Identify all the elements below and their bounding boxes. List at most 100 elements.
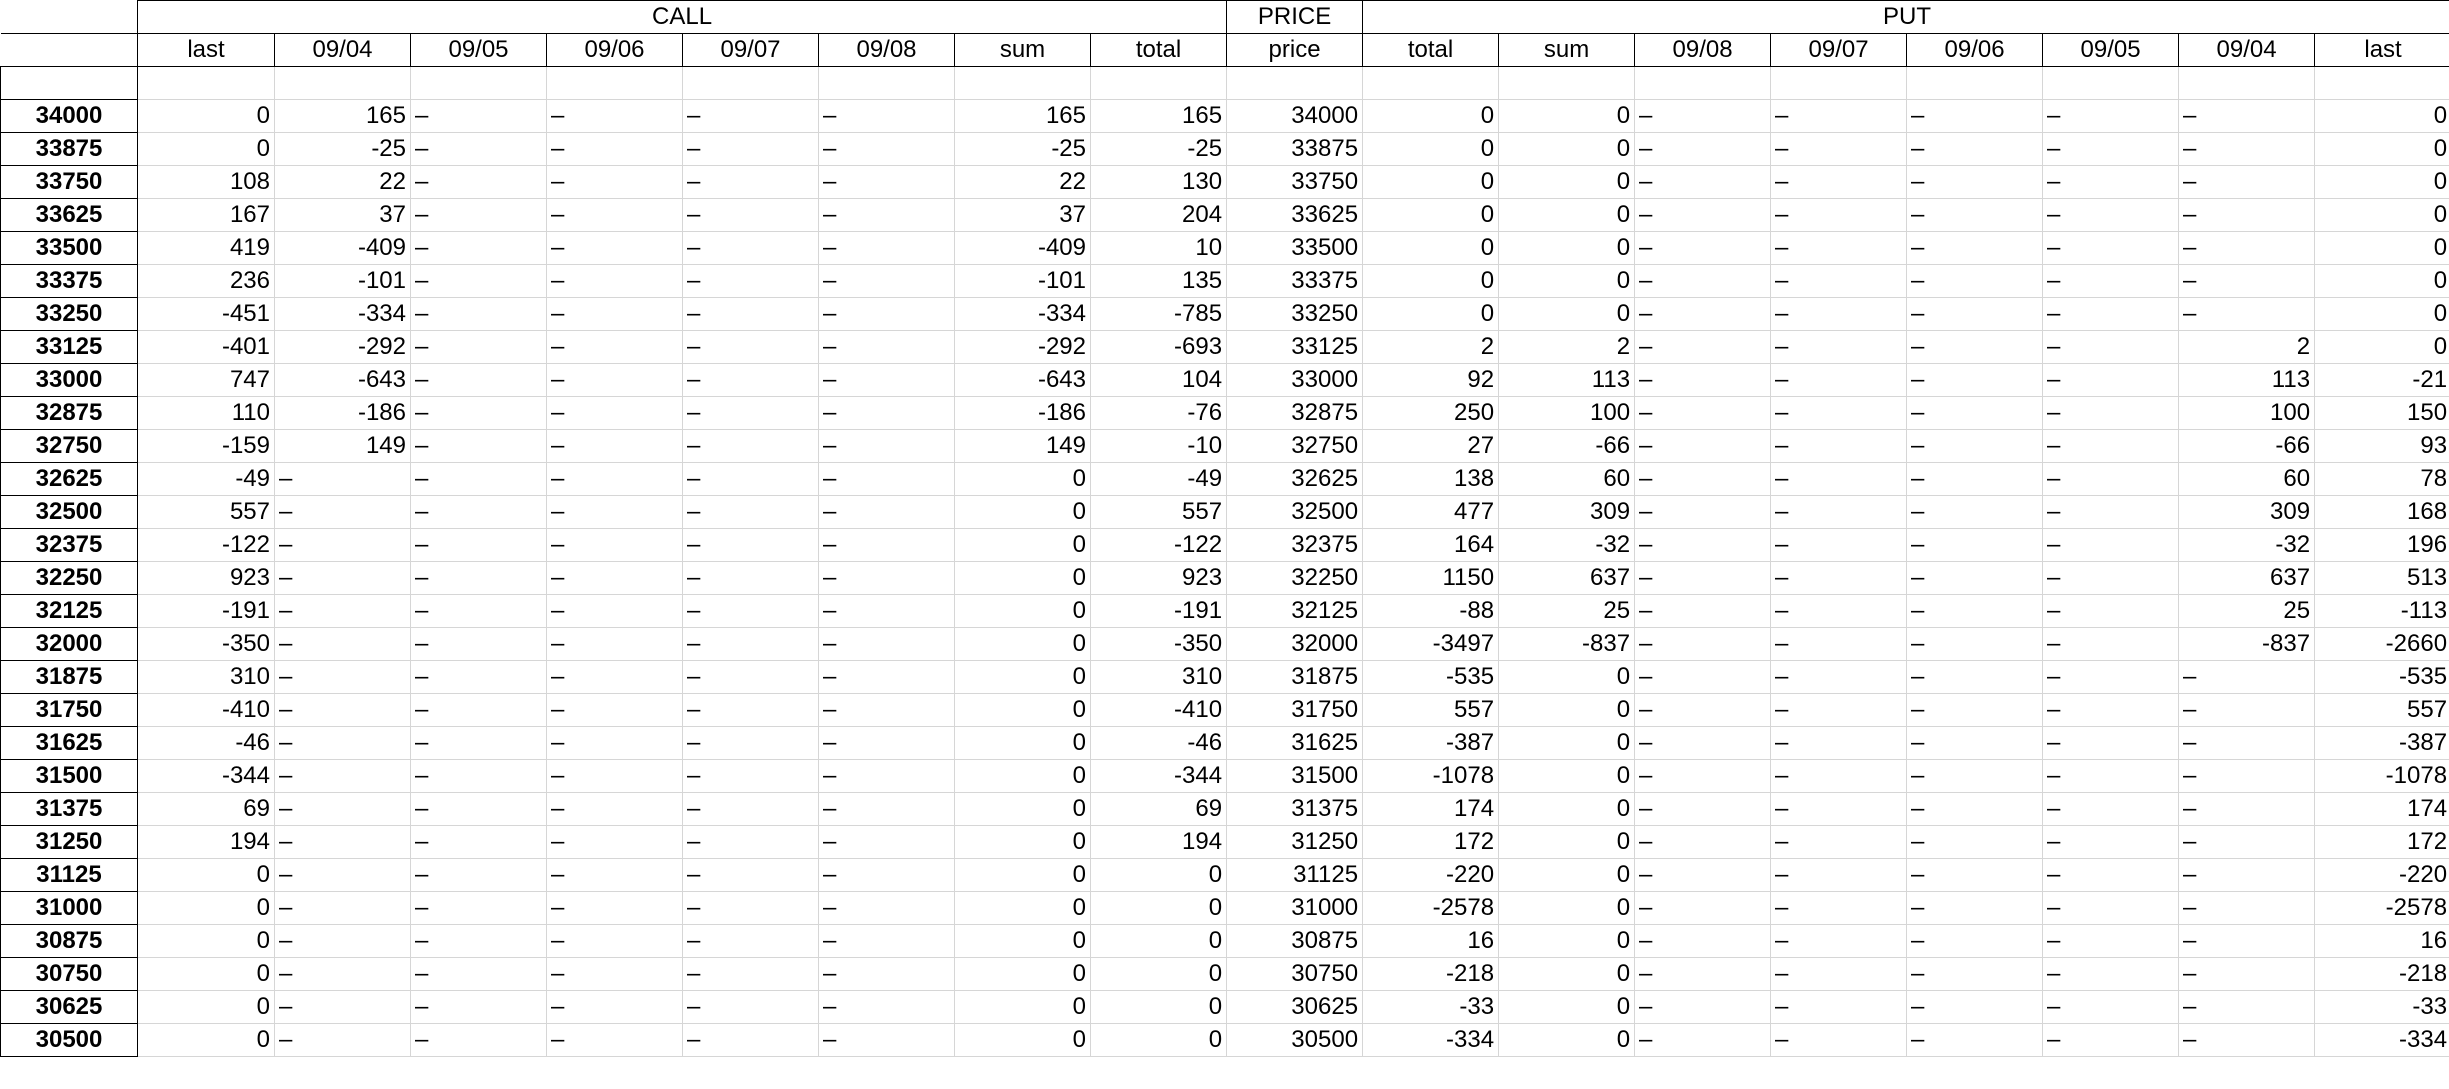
data-cell[interactable]: – — [818, 197, 955, 232]
data-cell[interactable]: – — [274, 461, 411, 496]
data-cell[interactable]: 31125 — [1226, 857, 1364, 892]
data-cell[interactable]: – — [410, 890, 547, 925]
data-cell[interactable]: 10 — [1089, 230, 1228, 265]
data-cell[interactable]: -643 — [274, 362, 411, 397]
data-cell[interactable]: – — [682, 1022, 819, 1057]
empty-cell[interactable] — [1089, 66, 1228, 100]
data-cell[interactable]: 30500 — [1226, 1022, 1364, 1057]
data-cell[interactable]: – — [818, 725, 955, 760]
data-cell[interactable]: – — [546, 428, 683, 463]
data-cell[interactable]: 309 — [2178, 494, 2316, 529]
data-cell[interactable]: 30875 — [1226, 923, 1364, 958]
data-cell[interactable]: – — [410, 1022, 547, 1057]
data-cell[interactable]: -535 — [1362, 659, 1500, 694]
data-cell[interactable]: – — [1634, 428, 1772, 463]
data-cell[interactable]: – — [1906, 494, 2044, 529]
data-cell[interactable]: – — [2042, 626, 2180, 661]
data-cell[interactable]: – — [2178, 725, 2316, 760]
column-header[interactable]: 09/04 — [274, 33, 411, 67]
data-cell[interactable]: – — [818, 98, 955, 133]
data-cell[interactable]: – — [274, 824, 411, 859]
data-cell[interactable]: 923 — [1089, 560, 1228, 595]
data-cell[interactable]: – — [410, 164, 547, 199]
data-cell[interactable]: – — [682, 626, 819, 661]
data-cell[interactable]: -49 — [1089, 461, 1228, 496]
data-cell[interactable]: – — [1770, 989, 1908, 1024]
call-group-header[interactable]: CALL — [136, 0, 1228, 34]
data-cell[interactable]: 31625 — [1226, 725, 1364, 760]
data-cell[interactable]: 31000 — [1226, 890, 1364, 925]
column-header[interactable]: 09/06 — [1906, 33, 2044, 67]
data-cell[interactable]: – — [1906, 362, 2044, 397]
data-cell[interactable]: 165 — [274, 98, 411, 133]
data-cell[interactable]: – — [2042, 692, 2180, 727]
data-cell[interactable]: – — [682, 989, 819, 1024]
column-header[interactable]: 09/05 — [2042, 33, 2180, 67]
data-cell[interactable]: – — [1634, 494, 1772, 529]
empty-cell[interactable] — [274, 66, 411, 100]
data-cell[interactable]: – — [274, 758, 411, 793]
data-cell[interactable]: 0 — [1362, 164, 1500, 199]
data-cell[interactable]: – — [2042, 593, 2180, 628]
data-cell[interactable]: – — [1770, 461, 1908, 496]
data-cell[interactable]: -186 — [274, 395, 411, 430]
data-cell[interactable]: – — [1906, 989, 2044, 1024]
data-cell[interactable]: – — [410, 428, 547, 463]
data-cell[interactable]: 100 — [2178, 395, 2316, 430]
data-cell[interactable]: 0 — [1362, 230, 1500, 265]
data-cell[interactable]: 0 — [1089, 857, 1228, 892]
column-header[interactable]: sum — [1498, 33, 1636, 67]
data-cell[interactable]: 0 — [1498, 791, 1636, 826]
data-cell[interactable]: -334 — [954, 296, 1091, 331]
data-cell[interactable]: – — [1634, 989, 1772, 1024]
data-cell[interactable]: – — [546, 725, 683, 760]
data-cell[interactable]: -66 — [2178, 428, 2316, 463]
data-cell[interactable]: – — [1634, 461, 1772, 496]
row-label[interactable]: 33250 — [0, 296, 138, 331]
data-cell[interactable]: 194 — [137, 824, 275, 859]
empty-cell[interactable] — [546, 66, 683, 100]
data-cell[interactable]: – — [546, 923, 683, 958]
data-cell[interactable]: – — [2042, 989, 2180, 1024]
data-cell[interactable]: -837 — [1498, 626, 1636, 661]
data-cell[interactable]: – — [2178, 197, 2316, 232]
data-cell[interactable]: – — [2178, 230, 2316, 265]
data-cell[interactable]: – — [274, 593, 411, 628]
data-cell[interactable]: 0 — [954, 791, 1091, 826]
data-cell[interactable]: 196 — [2314, 527, 2449, 562]
row-label[interactable]: 31500 — [0, 758, 138, 793]
data-cell[interactable]: -334 — [1362, 1022, 1500, 1057]
data-cell[interactable]: – — [546, 461, 683, 496]
column-header[interactable]: total — [1089, 33, 1228, 67]
data-cell[interactable]: 174 — [1362, 791, 1500, 826]
data-cell[interactable]: – — [1906, 857, 2044, 892]
data-cell[interactable]: – — [1770, 1022, 1908, 1057]
data-cell[interactable]: 0 — [1498, 725, 1636, 760]
price-group-header[interactable]: PRICE — [1226, 0, 1364, 34]
data-cell[interactable]: – — [2178, 296, 2316, 331]
data-cell[interactable]: – — [546, 98, 683, 133]
data-cell[interactable]: – — [1906, 725, 2044, 760]
data-cell[interactable]: 69 — [1089, 791, 1228, 826]
data-cell[interactable]: 0 — [954, 560, 1091, 595]
data-cell[interactable]: – — [1634, 659, 1772, 694]
data-cell[interactable]: – — [546, 890, 683, 925]
data-cell[interactable]: 2 — [1362, 329, 1500, 364]
data-cell[interactable]: – — [1770, 164, 1908, 199]
data-cell[interactable]: 0 — [954, 923, 1091, 958]
data-cell[interactable]: 32250 — [1226, 560, 1364, 595]
data-cell[interactable]: – — [2042, 329, 2180, 364]
data-cell[interactable]: 0 — [137, 956, 275, 991]
data-cell[interactable]: – — [2042, 98, 2180, 133]
data-cell[interactable]: – — [1770, 593, 1908, 628]
data-cell[interactable]: 0 — [1362, 263, 1500, 298]
data-cell[interactable]: – — [1634, 956, 1772, 991]
column-header[interactable]: price — [1226, 33, 1364, 67]
data-cell[interactable]: 557 — [1089, 494, 1228, 529]
data-cell[interactable]: – — [2042, 395, 2180, 430]
data-cell[interactable]: – — [1770, 626, 1908, 661]
data-cell[interactable]: – — [1770, 758, 1908, 793]
data-cell[interactable]: – — [1634, 560, 1772, 595]
data-cell[interactable]: – — [682, 329, 819, 364]
data-cell[interactable]: – — [1634, 791, 1772, 826]
